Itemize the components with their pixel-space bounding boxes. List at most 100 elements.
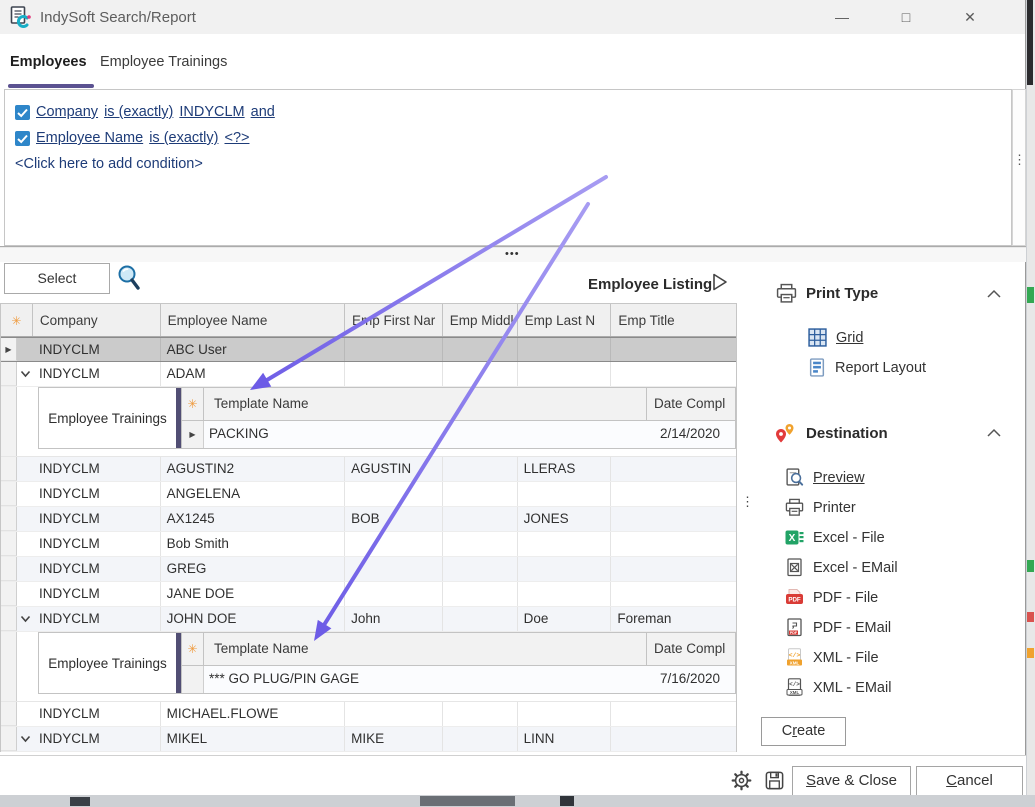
- table-row[interactable]: INDYCLM JOHN DOE John Doe Foreman: [1, 607, 736, 632]
- table-row[interactable]: INDYCLM ADAM: [1, 362, 736, 387]
- cell-middle[interactable]: [443, 338, 518, 361]
- collapse-chevron-icon[interactable]: [17, 362, 33, 386]
- detail-column-template[interactable]: Template Name: [204, 388, 647, 420]
- cell-name[interactable]: MICHAEL.FLOWE: [161, 702, 345, 726]
- save-icon[interactable]: [764, 770, 785, 791]
- cell-last[interactable]: [518, 702, 612, 726]
- cell-company[interactable]: INDYCLM: [33, 507, 161, 531]
- cell-name[interactable]: GREG: [161, 557, 345, 581]
- cell-date-completed[interactable]: 7/16/2020: [647, 666, 735, 693]
- cell-name[interactable]: JANE DOE: [161, 582, 345, 606]
- column-header-employee-name[interactable]: Employee Name: [161, 304, 345, 336]
- cell-date-completed[interactable]: 2/14/2020: [647, 421, 735, 448]
- detail-data-row[interactable]: ▶ PACKING 2/14/2020: [182, 421, 735, 448]
- destination-xml-email[interactable]: </> XML XML - EMail: [785, 678, 891, 697]
- cell-first[interactable]: John: [345, 607, 443, 631]
- cell-company[interactable]: INDYCLM: [33, 607, 161, 631]
- cell-company[interactable]: INDYCLM: [33, 557, 161, 581]
- close-button[interactable]: ✕: [955, 9, 985, 26]
- cell-company[interactable]: INDYCLM: [33, 532, 161, 556]
- condition-operator[interactable]: is (exactly): [149, 130, 218, 146]
- grid-option-label[interactable]: Grid: [836, 330, 863, 346]
- checkbox-checked-icon[interactable]: [15, 131, 30, 146]
- table-row[interactable]: INDYCLM AX1245 BOB JONES: [1, 507, 736, 532]
- cell-name[interactable]: ABC User: [161, 338, 345, 361]
- detail-column-template[interactable]: Template Name: [204, 633, 647, 665]
- destination-section-header[interactable]: Destination: [773, 421, 888, 445]
- condition-conjunction[interactable]: and: [251, 104, 275, 120]
- detail-tab-label[interactable]: Employee Trainings: [39, 633, 176, 693]
- cell-last[interactable]: [518, 532, 612, 556]
- cell-first[interactable]: BOB: [345, 507, 443, 531]
- condition-value[interactable]: <?>: [224, 130, 249, 146]
- cell-title[interactable]: [611, 507, 736, 531]
- destination-pdf-file[interactable]: PDF PDF - File: [785, 588, 878, 607]
- cell-middle[interactable]: [443, 607, 518, 631]
- cell-name[interactable]: ANGELENA: [161, 482, 345, 506]
- cancel-button[interactable]: Cancel: [916, 766, 1023, 796]
- cell-first[interactable]: AGUSTIN: [345, 457, 443, 481]
- collapse-chevron-icon[interactable]: [17, 727, 33, 751]
- cell-last[interactable]: [518, 338, 612, 361]
- cell-name[interactable]: JOHN DOE: [161, 607, 345, 631]
- cell-first[interactable]: [345, 338, 443, 361]
- cell-last[interactable]: [518, 482, 612, 506]
- cell-name[interactable]: AX1245: [161, 507, 345, 531]
- condition-operator[interactable]: is (exactly): [104, 104, 173, 120]
- tab-employees[interactable]: Employees: [10, 54, 87, 70]
- cell-first[interactable]: [345, 702, 443, 726]
- destination-excel-file[interactable]: X Excel - File: [785, 528, 885, 547]
- cell-title[interactable]: [611, 727, 736, 751]
- cell-middle[interactable]: [443, 727, 518, 751]
- condition-panel-grip[interactable]: ⋮: [1012, 89, 1026, 246]
- cell-title[interactable]: [611, 702, 736, 726]
- cell-title[interactable]: Foreman: [611, 607, 736, 631]
- tab-employee-trainings[interactable]: Employee Trainings: [100, 54, 227, 70]
- destination-xml-file-label[interactable]: XML - File: [813, 650, 879, 666]
- cell-company[interactable]: INDYCLM: [33, 727, 161, 751]
- cell-last[interactable]: [518, 582, 612, 606]
- cell-first[interactable]: [345, 582, 443, 606]
- table-row[interactable]: INDYCLM JANE DOE: [1, 582, 736, 607]
- cell-title[interactable]: [611, 557, 736, 581]
- row-expander[interactable]: [17, 338, 33, 361]
- cell-name[interactable]: AGUSTIN2: [161, 457, 345, 481]
- destination-pdf-file-label[interactable]: PDF - File: [813, 590, 878, 606]
- destination-preview[interactable]: Preview: [785, 468, 865, 487]
- column-header-emp-middle[interactable]: Emp Middl: [443, 304, 518, 336]
- cell-last[interactable]: LINN: [518, 727, 612, 751]
- cell-title[interactable]: [611, 582, 736, 606]
- table-row[interactable]: INDYCLM GREG: [1, 557, 736, 582]
- cell-name[interactable]: ADAM: [161, 362, 345, 386]
- cell-company[interactable]: INDYCLM: [33, 362, 161, 386]
- horizontal-splitter[interactable]: •••: [0, 246, 1026, 262]
- cell-first[interactable]: [345, 482, 443, 506]
- table-row[interactable]: INDYCLM MICHAEL.FLOWE: [1, 702, 736, 727]
- collapse-chevron-icon[interactable]: [17, 607, 33, 631]
- cell-first[interactable]: [345, 362, 443, 386]
- cell-company[interactable]: INDYCLM: [33, 582, 161, 606]
- destination-xml-email-label[interactable]: XML - EMail: [813, 680, 891, 696]
- cell-middle[interactable]: [443, 362, 518, 386]
- print-type-grid-option[interactable]: Grid: [808, 328, 863, 347]
- cell-middle[interactable]: [443, 702, 518, 726]
- destination-pdf-email-label[interactable]: PDF - EMail: [813, 620, 891, 636]
- destination-printer-label[interactable]: Printer: [813, 500, 856, 516]
- cell-title[interactable]: [611, 482, 736, 506]
- cell-company[interactable]: INDYCLM: [33, 482, 161, 506]
- cell-first[interactable]: MIKE: [345, 727, 443, 751]
- condition-value[interactable]: INDYCLM: [179, 104, 244, 120]
- cell-template-name[interactable]: PACKING: [204, 421, 647, 448]
- cell-company[interactable]: INDYCLM: [33, 457, 161, 481]
- condition-row-employee-name[interactable]: Employee Name is (exactly) <?>: [15, 125, 1001, 151]
- destination-preview-label[interactable]: Preview: [813, 470, 865, 486]
- cell-title[interactable]: [611, 338, 736, 361]
- collapse-chevron-icon[interactable]: [986, 289, 1002, 299]
- table-row[interactable]: INDYCLM MIKEL MIKE LINN: [1, 727, 736, 752]
- condition-field[interactable]: Company: [36, 104, 98, 120]
- cell-middle[interactable]: [443, 582, 518, 606]
- destination-excel-file-label[interactable]: Excel - File: [813, 530, 885, 546]
- table-row[interactable]: INDYCLM Bob Smith: [1, 532, 736, 557]
- cell-last[interactable]: Doe: [518, 607, 612, 631]
- checkbox-checked-icon[interactable]: [15, 105, 30, 120]
